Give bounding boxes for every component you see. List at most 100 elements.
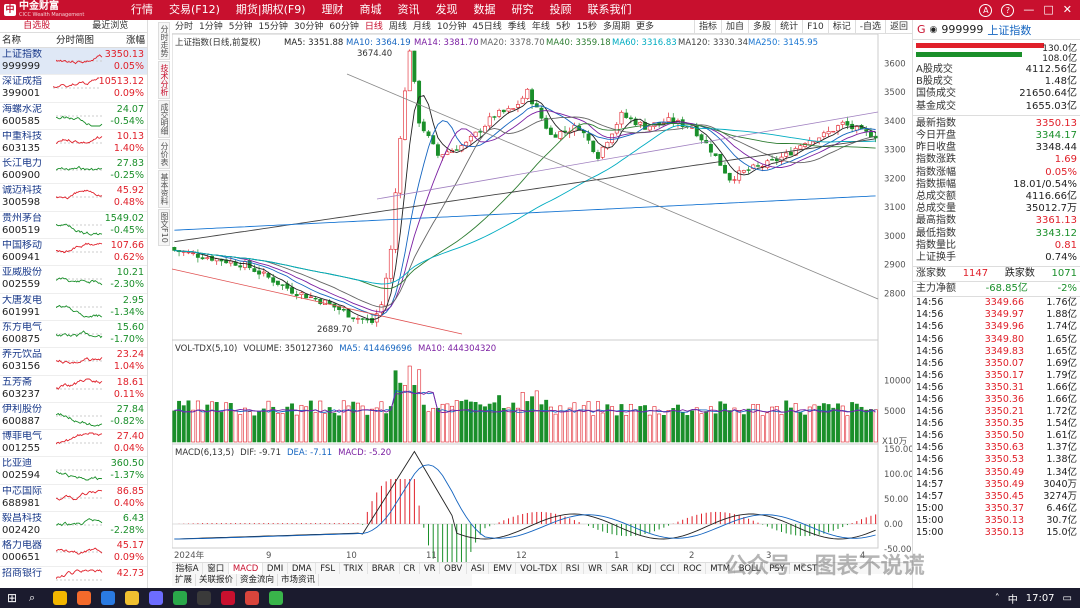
app2-icon[interactable]: [149, 591, 163, 605]
indicator-tab[interactable]: CCI: [656, 563, 680, 574]
menu-item[interactable]: 期货|期权(F9): [228, 0, 314, 20]
menu-item[interactable]: 商城: [352, 0, 390, 20]
app-icon[interactable]: [53, 591, 67, 605]
indicator-tab[interactable]: SAR: [607, 563, 634, 574]
watchlist-row[interactable]: 大唐发电 601991 2.95 -1.34%: [0, 294, 147, 321]
help-icon[interactable]: ?: [1001, 3, 1015, 17]
watchlist-row[interactable]: 养元饮品 603156 23.24 1.04%: [0, 348, 147, 376]
period-tab[interactable]: 月线: [410, 20, 434, 33]
period-tab[interactable]: 60分钟: [326, 20, 361, 33]
indicator-tab[interactable]: EMV: [489, 563, 517, 574]
menu-item[interactable]: 发现: [428, 0, 466, 20]
view-tab[interactable]: 成交明细: [158, 100, 170, 138]
indicator-tab[interactable]: WR: [584, 563, 608, 574]
indicator-tab[interactable]: KDJ: [633, 563, 657, 574]
watchlist-row[interactable]: 亚威股份 002559 10.21 -2.30%: [0, 266, 147, 294]
font-size-icon[interactable]: A: [979, 3, 993, 17]
folder-icon[interactable]: [125, 591, 139, 605]
extension-tab[interactable]: 市场资讯: [278, 574, 320, 586]
watchlist-row[interactable]: 毅昌科技 002420 6.43 -2.28%: [0, 512, 147, 540]
firefox-icon[interactable]: [77, 591, 91, 605]
indicator-tab[interactable]: RSI: [562, 563, 585, 574]
indicator-tab[interactable]: ASI: [467, 563, 490, 574]
extension-tab[interactable]: 关联报价: [196, 574, 238, 586]
watchlist-row[interactable]: 诚迈科技 300598 45.92 0.48%: [0, 184, 147, 212]
indicator-tab[interactable]: VOL-TDX: [516, 563, 562, 574]
tray-arrow-icon[interactable]: ˄: [995, 593, 1000, 604]
watchlist-row[interactable]: 中芯国际 688981 86.85 0.40%: [0, 485, 147, 513]
watchlist-row[interactable]: 深证成指 399001 10513.12 0.09%: [0, 75, 147, 103]
view-tab[interactable]: 技术分析: [158, 61, 170, 99]
period-tab[interactable]: 1分钟: [196, 20, 226, 33]
menu-item[interactable]: 研究: [504, 0, 542, 20]
watchlist-row[interactable]: 格力电器 000651 45.17 0.09%: [0, 539, 147, 567]
indicator-tab[interactable]: TRIX: [340, 563, 368, 574]
chart-tool-button[interactable]: 加自: [721, 20, 748, 33]
menu-item[interactable]: 理财: [314, 0, 352, 20]
watchlist-row[interactable]: 长江电力 600900 27.83 -0.25%: [0, 157, 147, 185]
menu-item[interactable]: 数据: [466, 0, 504, 20]
col-name[interactable]: 名称: [0, 33, 56, 47]
maximize-button[interactable]: □: [1043, 0, 1053, 20]
indicator-tab[interactable]: DMA: [288, 563, 317, 574]
app6-icon[interactable]: [269, 591, 283, 605]
indicator-tab[interactable]: CR: [400, 563, 421, 574]
notification-icon[interactable]: ▭: [1063, 593, 1072, 604]
close-button[interactable]: ✕: [1063, 0, 1072, 20]
lang-indicator[interactable]: 中: [1008, 591, 1018, 606]
menu-item[interactable]: 交易(F12): [161, 0, 228, 20]
period-tab[interactable]: 多周期: [600, 20, 633, 33]
watchlist-row[interactable]: 上证指数 999999 3350.13 0.05%: [0, 48, 147, 76]
extension-tab[interactable]: 资金流向: [237, 574, 279, 586]
watchlist-row[interactable]: 中国移动 600941 107.66 0.62%: [0, 239, 147, 267]
indicator-tab[interactable]: DMI: [263, 563, 289, 574]
indicator-tab[interactable]: ROC: [679, 563, 707, 574]
period-tab[interactable]: 更多: [633, 20, 657, 33]
app4-icon[interactable]: [197, 591, 211, 605]
search-icon[interactable]: ⌕: [29, 591, 43, 605]
watchlist-row[interactable]: 伊利股份 600887 27.84 -0.82%: [0, 403, 147, 431]
view-tab[interactable]: 图文F10: [158, 209, 170, 246]
period-tab[interactable]: 分时: [172, 20, 196, 33]
menu-item[interactable]: 投顾: [542, 0, 580, 20]
chart-tool-button[interactable]: F10: [802, 20, 828, 33]
chart-tool-button[interactable]: -自选: [854, 20, 885, 33]
period-tab[interactable]: 15秒: [574, 20, 600, 33]
clock[interactable]: 17:07: [1026, 593, 1055, 604]
menu-item[interactable]: 资讯: [390, 0, 428, 20]
indicator-tab[interactable]: 窗口: [203, 563, 230, 574]
view-tab[interactable]: 基本资料: [158, 170, 170, 208]
chart-tool-button[interactable]: 指标: [694, 20, 721, 33]
indicator-tab[interactable]: OBV: [440, 563, 468, 574]
tick-list[interactable]: 14:56 3349.66 1.76亿 14:56 3349.97 1.88亿 14:56 3…: [913, 297, 1080, 539]
indicator-tab[interactable]: BRAR: [368, 563, 400, 574]
cicc-app-icon[interactable]: [221, 591, 235, 605]
period-tab[interactable]: 5分钟: [226, 20, 256, 33]
indicator-tab[interactable]: FSL: [316, 563, 340, 574]
period-tab[interactable]: 季线: [505, 20, 529, 33]
app5-icon[interactable]: [245, 591, 259, 605]
chart-tool-button[interactable]: 多股: [748, 20, 775, 33]
watchlist-row[interactable]: 贵州茅台 600519 1549.02 -0.45%: [0, 212, 147, 240]
windows-start-icon[interactable]: ⊞: [5, 591, 19, 605]
period-tab[interactable]: 5秒: [553, 20, 574, 33]
chart-tool-button[interactable]: 返回: [884, 20, 912, 33]
browser-icon[interactable]: [101, 591, 115, 605]
tab-watchlist[interactable]: 自选股: [0, 20, 74, 32]
extension-tab[interactable]: 扩展: [172, 574, 197, 586]
kline-chart-area[interactable]: 3600 3500 3400 3300 3200 3100 3000 2900 2800 MA5:…: [172, 34, 912, 562]
menu-item[interactable]: 行情: [123, 0, 161, 20]
chart-tool-button[interactable]: 标记: [827, 20, 855, 33]
minimize-button[interactable]: —: [1023, 0, 1034, 20]
watchlist-row[interactable]: 博菲电气 001255 27.40 0.04%: [0, 430, 147, 458]
period-tab[interactable]: 15分钟: [255, 20, 290, 33]
period-tab[interactable]: 年线: [529, 20, 553, 33]
chart-tool-button[interactable]: 统计: [775, 20, 802, 33]
indicator-tab[interactable]: MACD: [229, 563, 264, 574]
watchlist-row[interactable]: 五芳斋 603237 18.61 0.11%: [0, 376, 147, 403]
period-tab[interactable]: 30分钟: [291, 20, 326, 33]
period-tab[interactable]: 日线: [362, 20, 386, 33]
quote-name[interactable]: 上证指数: [987, 22, 1031, 38]
period-tab[interactable]: 45日线: [469, 20, 504, 33]
indicator-tab[interactable]: 指标A: [172, 563, 204, 574]
